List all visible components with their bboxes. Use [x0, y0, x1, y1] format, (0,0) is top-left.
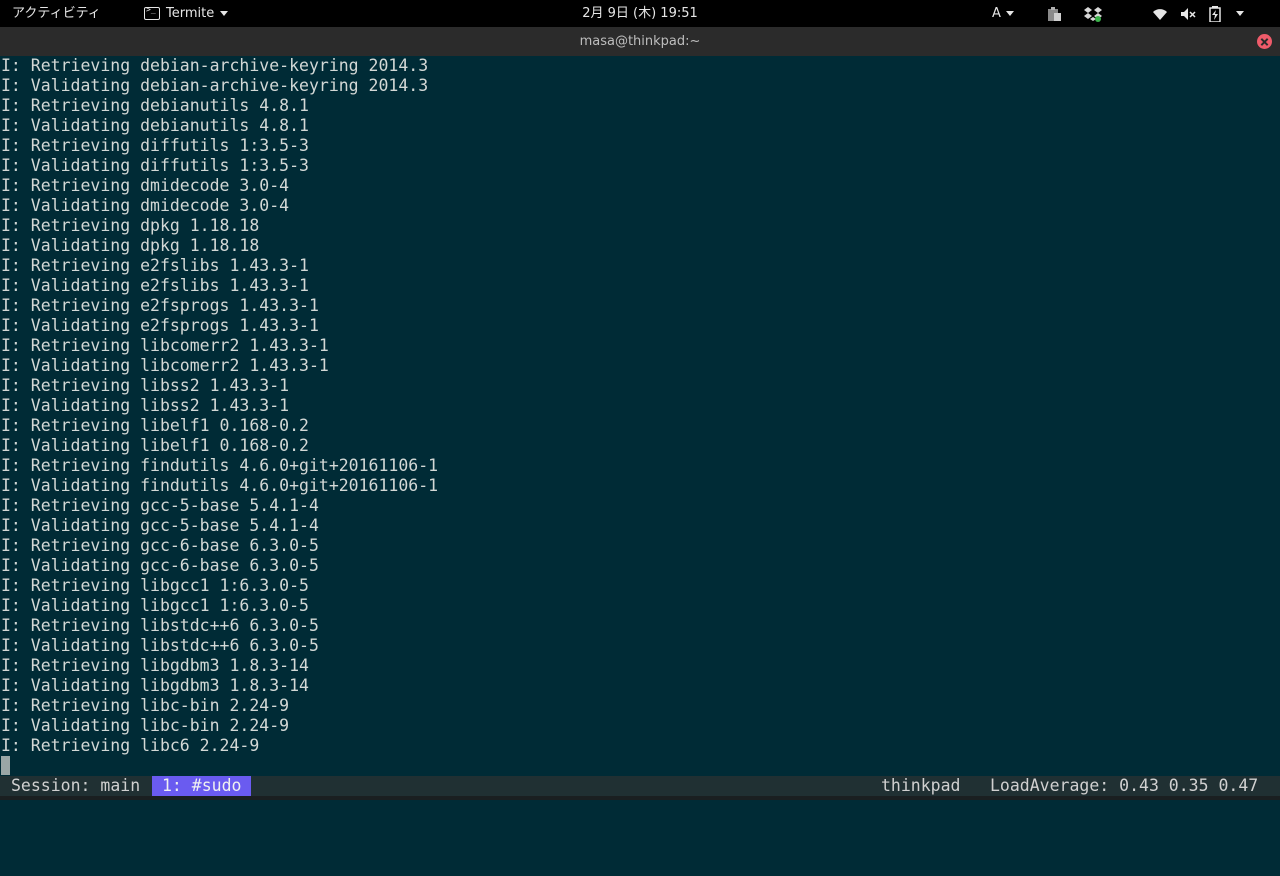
window-tab-active[interactable]: 1: #sudo — [152, 776, 252, 796]
clipboard-icon[interactable] — [1046, 6, 1062, 22]
terminal-line: I: Validating libcomerr2 1.43.3-1 — [1, 356, 329, 375]
terminal-lines: I: Retrieving debian-archive-keyring 201… — [1, 56, 1280, 756]
terminal-line: I: Validating libss2 1.43.3-1 — [1, 396, 290, 415]
app-menu-button[interactable]: Termite — [144, 0, 229, 27]
terminal-output[interactable]: I: Retrieving debian-archive-keyring 201… — [0, 56, 1280, 776]
gnome-top-bar: アクティビティ Termite 2月 9日 (木) 19:51 A — [0, 0, 1280, 27]
terminal-line: I: Retrieving debianutils 4.8.1 — [1, 96, 309, 115]
tmux-status-bar: Session: main 1: #sudo thinkpad LoadAver… — [0, 776, 1280, 796]
terminal-line: I: Retrieving e2fsprogs 1.43.3-1 — [1, 296, 319, 315]
terminal-line: I: Retrieving libstdc++6 6.3.0-5 — [1, 616, 319, 635]
terminal-line: I: Retrieving dpkg 1.18.18 — [1, 216, 260, 235]
bottom-edge — [0, 796, 1280, 800]
hostname: thinkpad — [881, 776, 961, 795]
terminal-line: I: Retrieving dmidecode 3.0-4 — [1, 176, 290, 195]
chevron-down-icon — [1005, 11, 1014, 16]
activities-button[interactable]: アクティビティ — [12, 0, 101, 27]
input-method-label: A — [992, 6, 1001, 21]
terminal-line: I: Retrieving debian-archive-keyring 201… — [1, 56, 429, 75]
terminal-line: I: Validating libgdbm3 1.8.3-14 — [1, 676, 309, 695]
text-cursor — [1, 756, 10, 775]
window-titlebar[interactable]: masa@thinkpad:~ — [0, 27, 1280, 56]
terminal-line: I: Retrieving diffutils 1:3.5-3 — [1, 136, 309, 155]
terminal-line: I: Validating e2fslibs 1.43.3-1 — [1, 276, 309, 295]
terminal-line: I: Validating gcc-5-base 5.4.1-4 — [1, 516, 319, 535]
chevron-down-icon — [220, 11, 229, 16]
volume-muted-icon[interactable] — [1180, 6, 1196, 22]
terminal-line: I: Validating libelf1 0.168-0.2 — [1, 436, 309, 455]
prompt-line — [1, 756, 1280, 776]
battery-charging-icon[interactable] — [1208, 6, 1224, 23]
load-average: LoadAverage: 0.43 0.35 0.47 — [990, 776, 1259, 795]
close-icon[interactable] — [1257, 34, 1272, 49]
terminal-line: I: Validating e2fsprogs 1.43.3-1 — [1, 316, 319, 335]
terminal-line: I: Retrieving libc6 2.24-9 — [1, 736, 260, 755]
terminal-line: I: Retrieving e2fslibs 1.43.3-1 — [1, 256, 309, 275]
terminal-line: I: Retrieving libgcc1 1:6.3.0-5 — [1, 576, 309, 595]
system-tray: A — [980, 0, 1280, 27]
terminal-line: I: Validating dmidecode 3.0-4 — [1, 196, 290, 215]
terminal-icon — [144, 5, 160, 20]
terminal-line: I: Validating libc-bin 2.24-9 — [1, 716, 290, 735]
terminal-line: I: Validating findutils 4.6.0+git+201611… — [1, 476, 439, 495]
terminal-line: I: Retrieving findutils 4.6.0+git+201611… — [1, 456, 439, 475]
terminal-line: I: Validating debianutils 4.8.1 — [1, 116, 309, 135]
terminal-line: I: Retrieving gcc-6-base 6.3.0-5 — [1, 536, 319, 555]
app-menu-label: Termite — [166, 6, 215, 21]
input-method-button[interactable]: A — [992, 0, 1014, 27]
window-title: masa@thinkpad:~ — [579, 34, 701, 49]
wifi-icon[interactable] — [1152, 6, 1168, 22]
terminal-line: I: Validating libgcc1 1:6.3.0-5 — [1, 596, 309, 615]
terminal-line: I: Validating dpkg 1.18.18 — [1, 236, 260, 255]
session-name: Session: main — [11, 776, 141, 795]
terminal-line: I: Retrieving gcc-5-base 5.4.1-4 — [1, 496, 319, 515]
system-menu-caret-icon[interactable] — [1236, 11, 1244, 16]
clock[interactable]: 2月 9日 (木) 19:51 — [520, 0, 760, 27]
dropbox-icon[interactable] — [1084, 6, 1102, 22]
terminal-line: I: Retrieving libelf1 0.168-0.2 — [1, 416, 309, 435]
terminal-line: I: Retrieving libgdbm3 1.8.3-14 — [1, 656, 309, 675]
terminal-line: I: Validating debian-archive-keyring 201… — [1, 76, 429, 95]
terminal-line: I: Retrieving libss2 1.43.3-1 — [1, 376, 290, 395]
terminal-line: I: Validating diffutils 1:3.5-3 — [1, 156, 309, 175]
terminal-line: I: Validating gcc-6-base 6.3.0-5 — [1, 556, 319, 575]
terminal-line: I: Retrieving libc-bin 2.24-9 — [1, 696, 290, 715]
terminal-line: I: Validating libstdc++6 6.3.0-5 — [1, 636, 319, 655]
terminal-line: I: Retrieving libcomerr2 1.43.3-1 — [1, 336, 329, 355]
